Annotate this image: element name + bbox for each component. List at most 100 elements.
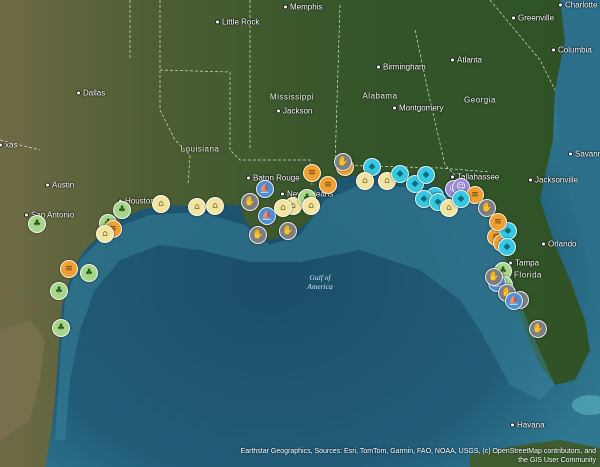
city-dot-icon [450,57,455,63]
hand-icon: ✋ [532,323,544,334]
city-dot-icon [283,4,288,10]
drop-icon: ◆ [457,193,465,204]
gulf-label: Gulf of America [307,273,333,291]
city-dot-icon [45,182,50,188]
city-label: Montgomery [392,104,443,113]
tree-icon: ♣ [32,218,42,229]
city-dot-icon [392,105,397,111]
tree-icon: ♣ [54,285,64,296]
city-label: Little Rock [215,18,259,27]
city-label: Atlanta [450,56,482,65]
building-icon: ⌂ [212,200,218,211]
city-label: Jackson [276,107,312,116]
city-label: Baton Rouge [246,174,300,183]
boat-icon: ⛵ [259,183,271,194]
city-label: Savannah [568,150,600,159]
map-marker-orange[interactable]: ≡ [303,164,321,182]
city-dot-icon [215,19,220,25]
state-label-louisiana: Louisiana [180,144,220,154]
map-marker-blue[interactable]: ⛵ [256,180,274,198]
map-marker-tan[interactable]: ⌂ [274,199,292,217]
city-label: Charlotte [558,1,597,10]
map-view[interactable]: Louisiana Mississippi Alabama Georgia Florid… [0,0,600,467]
tree-icon: ♣ [117,204,127,215]
hand-icon: ✋ [282,225,294,236]
state-label-mississippi: Mississippi [269,92,315,102]
boat-icon: ⛵ [261,210,273,221]
map-marker-tan[interactable]: ⌂ [152,195,170,213]
drop-icon: ◆ [368,161,376,172]
map-marker-tan[interactable]: ⌂ [188,198,206,216]
hand-icon: ✋ [244,196,256,207]
city-label: Dallas [76,89,105,98]
map-marker-tan[interactable]: ⌂ [302,197,320,215]
city-name: Charlotte [565,0,598,10]
city-dot-icon [568,151,573,157]
state-label-georgia: Georgia [464,95,496,105]
stripes-icon: ≡ [308,167,316,178]
map-marker-green[interactable]: ♣ [113,201,131,219]
hand-icon: ✋ [337,156,349,167]
city-label: Havana [510,421,545,430]
map-attribution: Earthstar Geographics, Sources: Esri, To… [240,448,596,464]
city-label: Columbia [551,46,592,55]
map-marker-orange[interactable]: ≡ [319,176,337,194]
drop-icon: ◆ [504,225,512,236]
state-label-florida: Florida [514,270,542,280]
map-marker-green[interactable]: ♣ [80,264,98,282]
city-name: Montgomery [399,103,444,113]
stripes-icon: ≡ [471,189,479,200]
map-marker-gray[interactable]: ✋ [485,268,503,286]
state-label-alabama: Alabama [362,91,398,101]
city-dot-icon [0,142,3,148]
drop-icon: ◆ [411,178,419,189]
map-marker-gray[interactable]: ✋ [241,193,259,211]
building-icon: ⌂ [446,202,452,213]
map-marker-tan[interactable]: ⌂ [206,197,224,215]
city-label: Greenville [511,14,554,23]
map-marker-orange[interactable]: ≡ [60,260,78,278]
city-name: xas [5,140,18,150]
map-marker-green[interactable]: ♣ [50,282,68,300]
city-name: Columbia [558,45,592,55]
city-dot-icon [551,47,556,53]
city-dot-icon [76,90,81,96]
map-marker-tan[interactable]: ⌂ [96,225,114,243]
map-marker-orange[interactable]: ≡ [489,213,507,231]
map-marker-cyan[interactable]: ◆ [417,166,435,184]
city-name: Little Rock [222,17,260,27]
stripes-icon: ≡ [494,216,502,227]
map-marker-cyan[interactable]: ◆ [452,190,470,208]
building-icon: ⌂ [308,200,314,211]
map-marker-gray[interactable]: ✋ [249,226,267,244]
map-marker-green[interactable]: ♣ [28,215,46,233]
drop-icon: ◆ [420,193,428,204]
city-label: xas [0,141,17,150]
building-icon: ⌂ [280,202,286,213]
city-label: Memphis [283,3,322,12]
map-marker-tan[interactable]: ⌂ [356,172,374,190]
map-marker-gray[interactable]: ✋ [334,153,352,171]
building-icon: ⌂ [362,175,368,186]
city-name: Savannah [575,149,600,159]
drop-icon: ◆ [503,241,511,252]
city-label: Birmingham [376,63,426,72]
city-label: Orlando [541,240,576,249]
city-dot-icon [280,191,285,197]
city-name: Birmingham [383,62,426,72]
city-dot-icon [510,422,515,428]
map-marker-cyan[interactable]: ◆ [498,238,516,256]
city-name: Dallas [83,88,106,98]
city-dot-icon [24,212,29,218]
drop-icon: ◆ [422,169,430,180]
map-marker-gray[interactable]: ✋ [529,320,547,338]
city-name: Jacksonville [535,175,579,185]
map-marker-blue[interactable]: ⛵ [505,292,523,310]
boat-icon: ⛵ [508,295,520,306]
hand-icon: ✋ [481,202,493,213]
city-dot-icon [511,15,516,21]
tree-icon: ♣ [56,322,66,333]
map-marker-gray[interactable]: ✋ [279,222,297,240]
map-marker-green[interactable]: ♣ [52,319,70,337]
city-name: Austin [52,180,75,190]
